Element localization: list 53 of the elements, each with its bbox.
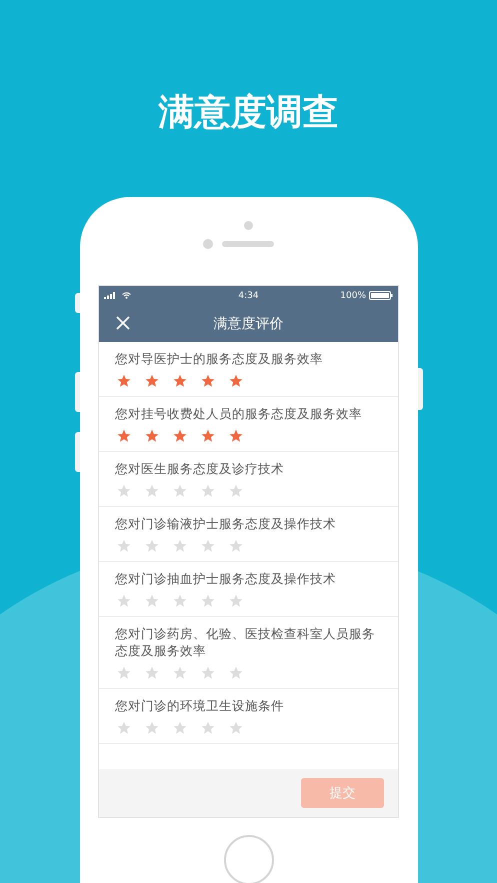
speaker-slot: [222, 241, 274, 247]
star-icon[interactable]: [173, 666, 187, 680]
star-icon[interactable]: [173, 721, 187, 735]
star-icon[interactable]: [201, 429, 215, 443]
star-icon[interactable]: [229, 594, 243, 608]
star-icon[interactable]: [201, 374, 215, 388]
nav-title: 满意度评价: [214, 314, 284, 332]
star-icon[interactable]: [229, 721, 243, 735]
camera-dot: [203, 239, 213, 249]
star-icon[interactable]: [117, 429, 131, 443]
question-text: 您对导医护士的服务态度及服务效率: [115, 350, 324, 367]
star-icon[interactable]: [173, 374, 187, 388]
question-text: 您对门诊药房、化验、医技检查科室人员服务态度及服务效率: [115, 625, 376, 659]
signal-icon: [104, 292, 118, 299]
star-icon[interactable]: [145, 484, 159, 498]
star-icon[interactable]: [229, 374, 243, 388]
star-icon[interactable]: [117, 539, 131, 553]
battery-percent: 100%: [340, 290, 366, 300]
star-icon[interactable]: [201, 721, 215, 735]
status-time: 4:34: [238, 290, 259, 300]
sensor-dot: [244, 221, 253, 230]
question-text: 您对门诊抽血护士服务态度及操作技术: [115, 570, 337, 587]
question-text: 您对挂号收费处人员的服务态度及服务效率: [115, 405, 363, 422]
wifi-icon: [122, 292, 131, 299]
star-icon[interactable]: [173, 594, 187, 608]
star-icon[interactable]: [145, 374, 159, 388]
star-icon[interactable]: [229, 484, 243, 498]
star-icon[interactable]: [201, 594, 215, 608]
star-icon[interactable]: [173, 484, 187, 498]
star-icon[interactable]: [229, 666, 243, 680]
star-icon[interactable]: [117, 484, 131, 498]
star-icon[interactable]: [201, 484, 215, 498]
star-icon[interactable]: [201, 666, 215, 680]
star-icon[interactable]: [145, 429, 159, 443]
star-icon[interactable]: [145, 539, 159, 553]
star-icon[interactable]: [117, 594, 131, 608]
star-icon[interactable]: [145, 721, 159, 735]
star-icon[interactable]: [173, 429, 187, 443]
star-icon[interactable]: [173, 539, 187, 553]
star-icon[interactable]: [229, 429, 243, 443]
star-icon[interactable]: [145, 666, 159, 680]
star-icon[interactable]: [117, 666, 131, 680]
star-icon[interactable]: [201, 539, 215, 553]
question-text: 您对门诊输液护士服务态度及操作技术: [115, 515, 337, 532]
battery-icon: [369, 291, 393, 300]
question-text: 您对门诊的环境卫生设施条件: [115, 697, 285, 714]
star-icon[interactable]: [117, 721, 131, 735]
star-icon[interactable]: [117, 374, 131, 388]
question-text: 您对医生服务态度及诊疗技术: [115, 460, 285, 477]
close-icon[interactable]: [116, 316, 130, 330]
star-icon[interactable]: [145, 594, 159, 608]
star-icon[interactable]: [229, 539, 243, 553]
headline: 满意度调查: [158, 91, 338, 135]
